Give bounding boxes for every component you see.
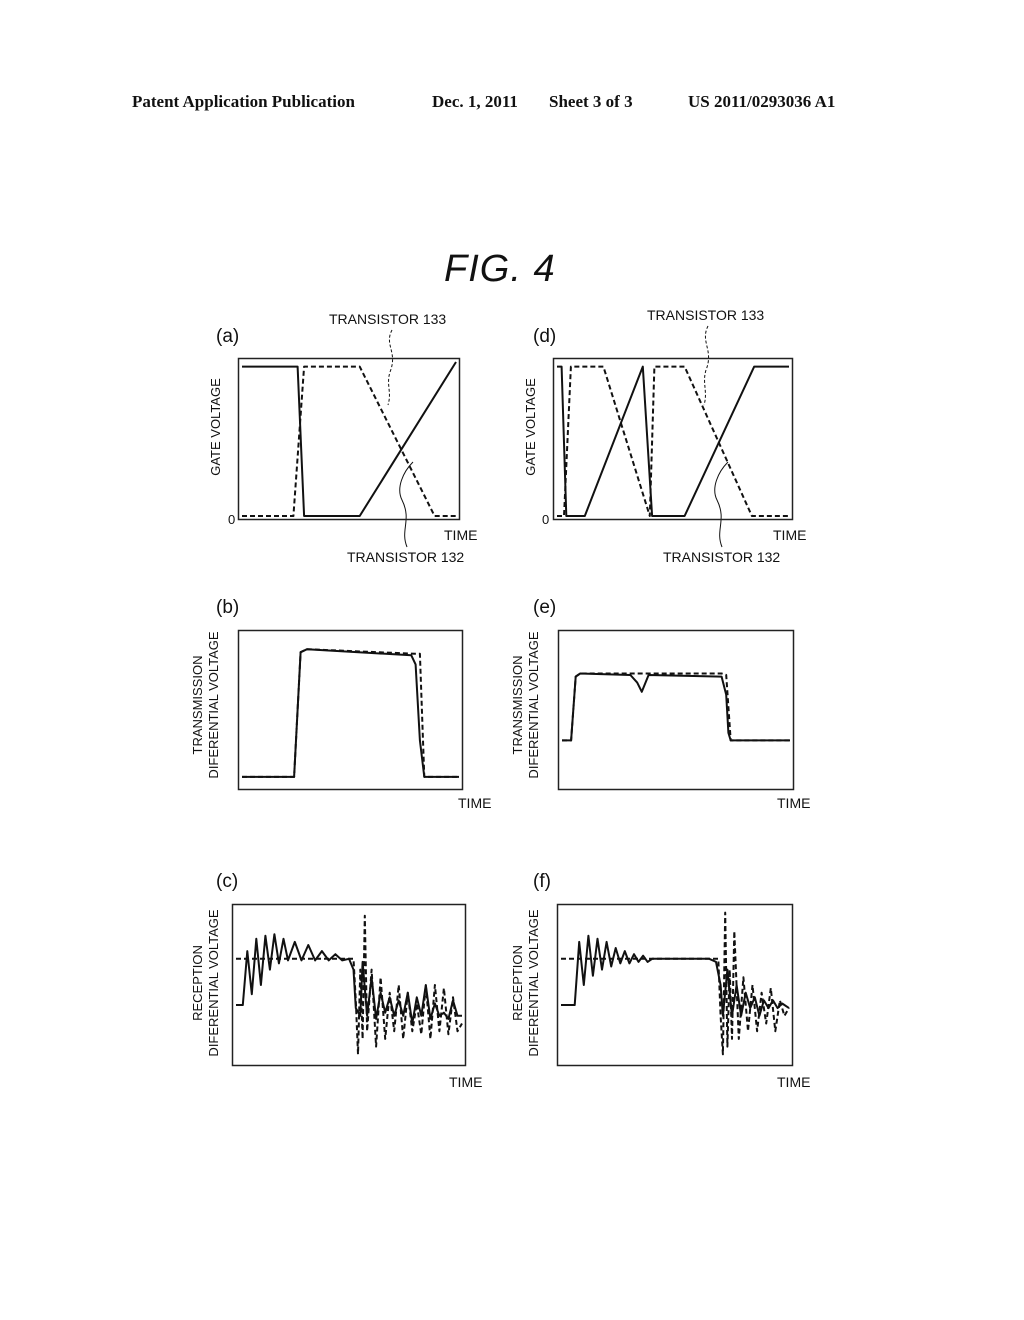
chart-b xyxy=(237,629,464,791)
plot-frame xyxy=(557,629,795,791)
panel-label-e: (e) xyxy=(533,597,557,618)
ylabel-b: TRANSMISSION DIFERENTIAL VOLTAGE xyxy=(190,631,221,779)
y-tick-zero-d: 0 xyxy=(542,512,550,527)
xlabel-b: TIME xyxy=(458,795,492,811)
series-solid-line xyxy=(242,361,457,517)
panel-label-b: (b) xyxy=(216,597,240,618)
chart-a xyxy=(237,357,461,521)
plot-frame xyxy=(552,357,794,521)
series-dashed-line xyxy=(561,911,790,1056)
chart-c xyxy=(231,903,467,1067)
annotation-transistor-133-a: TRANSISTOR 133 xyxy=(329,311,447,327)
panel-label-a: (a) xyxy=(216,326,240,347)
y-tick-zero-a: 0 xyxy=(228,512,236,527)
xlabel-d: TIME xyxy=(773,527,807,543)
series-dashed-line xyxy=(242,365,456,517)
chart-e xyxy=(557,629,795,791)
plot-frame xyxy=(231,903,467,1067)
panel-label-f: (f) xyxy=(533,871,551,892)
series-dashed-line xyxy=(242,648,459,778)
series-dashed-line xyxy=(236,914,463,1056)
ylabel-c: RECEPTION DIFERENTIAL VOLTAGE xyxy=(190,909,221,1057)
annotation-transistor-133-d: TRANSISTOR 133 xyxy=(647,307,765,323)
plot-frame xyxy=(556,903,794,1067)
panel-label-c: (c) xyxy=(216,871,239,892)
plot-frame xyxy=(237,357,461,521)
ylabel-e: TRANSMISSION DIFERENTIAL VOLTAGE xyxy=(510,631,541,779)
xlabel-e: TIME xyxy=(777,795,811,811)
xlabel-f: TIME xyxy=(777,1074,811,1090)
xlabel-a: TIME xyxy=(444,527,478,543)
series-solid-line xyxy=(557,365,789,517)
patent-number: US 2011/0293036 A1 xyxy=(688,92,836,111)
annotation-transistor-132-a: TRANSISTOR 132 xyxy=(347,549,465,565)
plot-frame xyxy=(237,629,464,791)
series-solid-line xyxy=(561,934,790,1017)
publication-type: Patent Application Publication xyxy=(132,92,355,111)
series-dashed-line xyxy=(557,365,789,517)
panel-label-d: (d) xyxy=(533,326,557,347)
sheet-number: Sheet 3 of 3 xyxy=(549,92,633,111)
ylabel-a: GATE VOLTAGE xyxy=(208,378,223,476)
publication-date: Dec. 1, 2011 xyxy=(432,92,518,111)
figure-title: FIG. 4 xyxy=(444,248,556,290)
series-solid-line xyxy=(562,672,790,742)
ylabel-f: RECEPTION DIFERENTIAL VOLTAGE xyxy=(510,909,541,1057)
annotation-transistor-132-d: TRANSISTOR 132 xyxy=(663,549,781,565)
xlabel-c: TIME xyxy=(449,1074,483,1090)
chart-f xyxy=(556,903,794,1067)
ylabel-d: GATE VOLTAGE xyxy=(523,378,538,476)
series-solid-line xyxy=(242,648,459,778)
chart-d xyxy=(552,357,794,521)
series-dashed-line xyxy=(562,672,790,742)
